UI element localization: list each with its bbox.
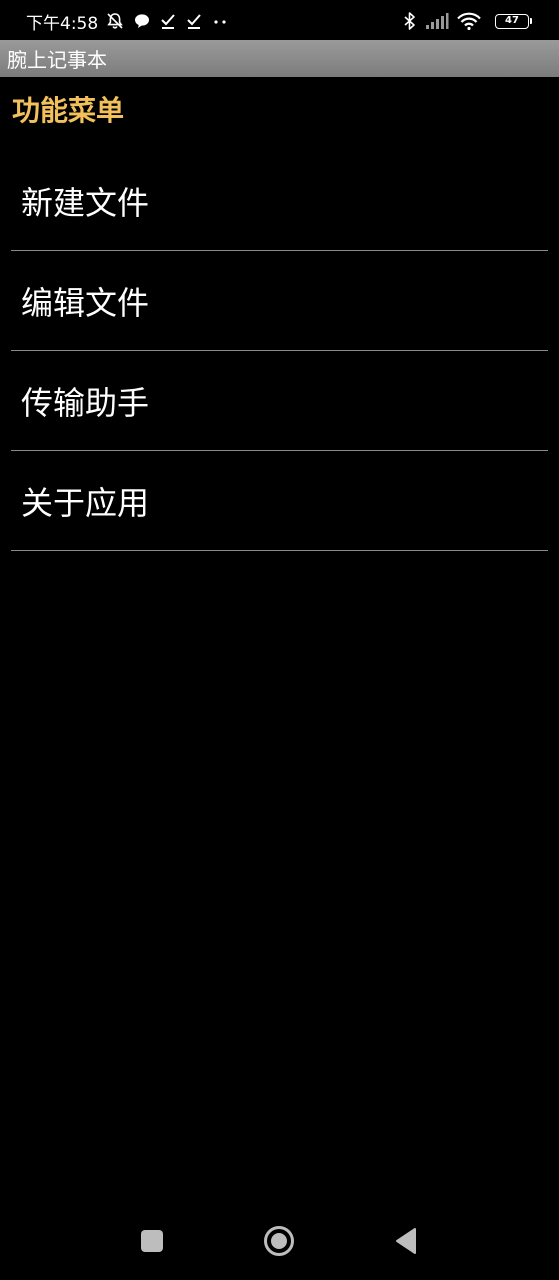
battery-icon: 47 xyxy=(495,13,532,29)
status-bar-right: 47 xyxy=(403,9,532,33)
cellular-signal-icon xyxy=(425,12,449,30)
menu-item-new-file[interactable]: 新建文件 xyxy=(11,151,548,251)
menu-item-edit-file[interactable]: 编辑文件 xyxy=(11,251,548,351)
app-title-bar: 腕上记事本 xyxy=(0,40,559,77)
menu-item-about-app[interactable]: 关于应用 xyxy=(11,451,548,551)
check-icon xyxy=(159,12,177,30)
more-dots-icon xyxy=(211,12,229,30)
chat-bubble-icon xyxy=(133,12,151,30)
menu-item-transfer-assistant[interactable]: 传输助手 xyxy=(11,351,548,451)
status-time: 下午4:58 xyxy=(26,13,99,34)
status-bar: 下午4:58 47 xyxy=(0,0,559,40)
back-triangle-icon xyxy=(394,1227,418,1259)
menu-item-label: 传输助手 xyxy=(21,383,150,422)
recents-button[interactable] xyxy=(127,1218,177,1268)
menu-item-label: 新建文件 xyxy=(21,183,150,222)
menu-header: 功能菜单 xyxy=(12,94,125,127)
status-bar-left: 下午4:58 xyxy=(26,9,237,34)
mute-bell-icon xyxy=(105,11,125,31)
menu-item-label: 编辑文件 xyxy=(21,283,150,322)
check-icon xyxy=(185,12,203,30)
home-button[interactable] xyxy=(254,1218,304,1268)
recents-square-icon xyxy=(140,1229,164,1257)
back-button[interactable] xyxy=(381,1218,431,1268)
navigation-bar xyxy=(0,1205,559,1280)
home-circle-icon xyxy=(263,1225,295,1261)
menu-list: 新建文件 编辑文件 传输助手 关于应用 xyxy=(11,151,548,551)
menu-item-label: 关于应用 xyxy=(21,483,150,522)
battery-level: 47 xyxy=(505,15,519,26)
wifi-icon xyxy=(457,12,481,30)
bluetooth-icon xyxy=(403,11,417,31)
app-title: 腕上记事本 xyxy=(7,48,107,72)
